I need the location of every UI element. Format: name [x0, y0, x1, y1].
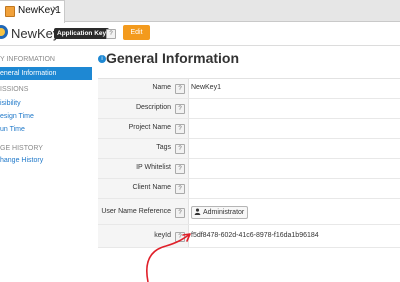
sidebar: Y INFORMATION eneral Information ISSIONS… — [0, 46, 92, 282]
help-icon[interactable]: ? — [175, 84, 185, 94]
info-table: Name ? NewKey1 Description ? Project Nam… — [98, 78, 400, 249]
table-row: Client Name ? — [98, 179, 400, 199]
annotation-arrow-icon — [146, 233, 191, 282]
help-icon[interactable]: ? — [175, 184, 185, 194]
sidebar-section-title: Y INFORMATION — [0, 56, 55, 63]
key-id-value: f5df8478-602d-41c6-8978-f16da1b96184 — [191, 232, 319, 239]
table-row: Project Name ? — [98, 119, 400, 139]
field-label-cell: Client Name ? — [98, 179, 189, 198]
sidebar-section-title: ISSIONS — [0, 86, 29, 93]
help-icon[interactable]: ? — [106, 29, 116, 39]
field-label-cell: Tags ? — [98, 139, 189, 158]
field-label-cell: Description ? — [98, 99, 189, 118]
help-icon[interactable]: ? — [175, 144, 185, 154]
info-icon: i — [98, 55, 106, 63]
table-row: IP Whitelist ? — [98, 159, 400, 179]
document-icon — [5, 6, 15, 17]
sidebar-item-design-time[interactable]: esign Time — [0, 113, 34, 120]
field-label: Name — [152, 84, 171, 91]
field-label: Project Name — [128, 124, 171, 131]
field-label: Tags — [156, 144, 171, 151]
field-label-cell: Name ? — [98, 79, 189, 98]
sidebar-item-change-history[interactable]: hange History — [0, 157, 43, 164]
table-row: Description ? — [98, 99, 400, 119]
field-label-cell: IP Whitelist ? — [98, 159, 189, 178]
help-icon[interactable]: ? — [175, 164, 185, 174]
field-label-cell: Project Name ? — [98, 119, 189, 138]
tab-newkey1[interactable]: NewKey1 × — [0, 0, 65, 23]
edit-button[interactable]: Edit — [123, 25, 150, 40]
field-label: User Name Reference — [101, 208, 171, 215]
table-row: Tags ? — [98, 139, 400, 159]
field-label: Description — [135, 104, 171, 111]
sidebar-item-general-information[interactable]: eneral Information — [0, 67, 92, 80]
sidebar-item-run-time[interactable]: un Time — [0, 126, 25, 133]
field-value: NewKey1 — [191, 84, 221, 91]
user-reference-button[interactable]: Administrator — [191, 206, 249, 219]
tab-bar: NewKey1 × — [0, 0, 400, 23]
user-reference-label: Administrator — [203, 209, 245, 216]
table-row: User Name Reference ? Administrator — [98, 199, 400, 225]
sidebar-item-visibility[interactable]: isibility — [0, 100, 21, 107]
help-icon[interactable]: ? — [175, 104, 185, 114]
user-icon — [194, 208, 201, 215]
help-icon[interactable]: ? — [175, 124, 185, 134]
table-row: Name ? NewKey1 — [98, 79, 400, 99]
type-badge: Application Key — [54, 28, 110, 39]
page-title: General Information — [106, 50, 240, 66]
close-icon[interactable]: × — [52, 4, 58, 15]
field-label: IP Whitelist — [136, 164, 171, 171]
help-icon[interactable]: ? — [175, 208, 185, 218]
field-label: Client Name — [132, 184, 171, 191]
sidebar-section-title: GE HISTORY — [0, 145, 43, 152]
app-logo-icon — [0, 25, 8, 39]
field-label-cell: User Name Reference ? — [98, 199, 189, 224]
page-header: NewKey1 Application Key ? Edit — [0, 22, 400, 45]
